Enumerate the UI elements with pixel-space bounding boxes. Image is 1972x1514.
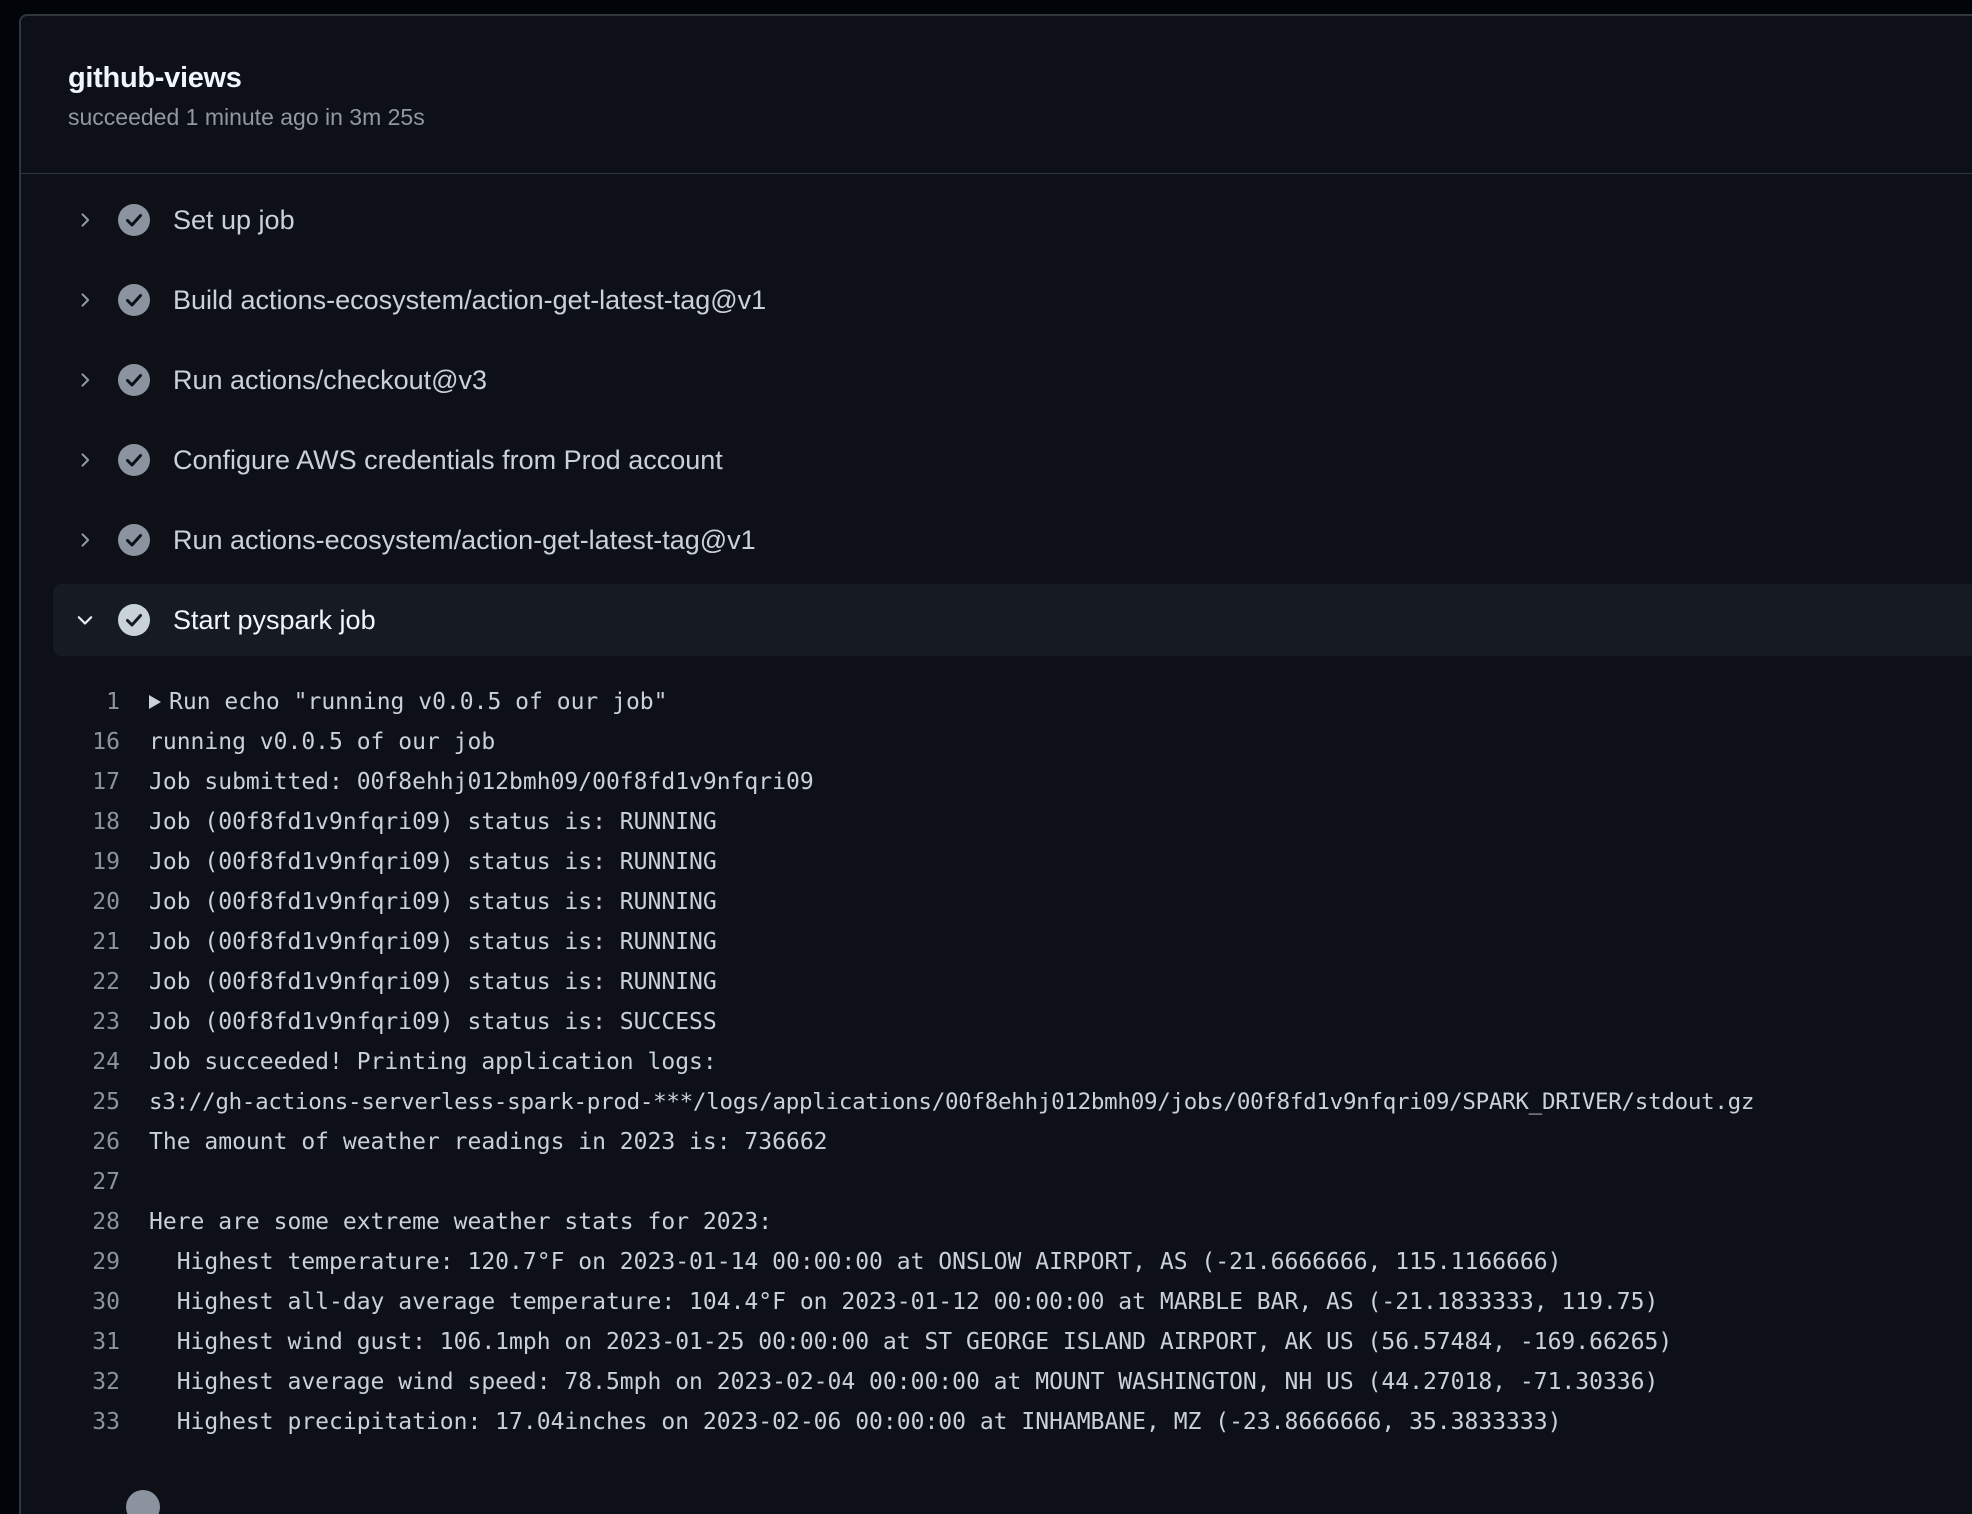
steps-list: Set up job Build actions-ecosystem/actio… (21, 176, 1972, 1442)
log-line: 32 Highest average wind speed: 78.5mph o… (21, 1362, 1972, 1402)
step-start-pyspark-job[interactable]: Start pyspark job (53, 584, 1972, 656)
log-line: 17 Job submitted: 00f8ehhj012bmh09/00f8f… (21, 762, 1972, 802)
job-status-summary: succeeded 1 minute ago in 3m 25s (68, 104, 425, 130)
log-text: Highest temperature: 120.7°F on 2023-01-… (149, 1249, 1562, 1275)
line-number[interactable]: 22 (21, 962, 149, 1002)
log-line: 20 Job (00f8fd1v9nfqri09) status is: RUN… (21, 882, 1972, 922)
check-circle-icon (117, 283, 151, 317)
chevron-right-icon[interactable] (73, 208, 97, 232)
line-number[interactable]: 1 (21, 682, 149, 722)
log-text: s3://gh-actions-serverless-spark-prod-**… (149, 1089, 1755, 1115)
line-number[interactable]: 20 (21, 882, 149, 922)
log-line: 22 Job (00f8fd1v9nfqri09) status is: RUN… (21, 962, 1972, 1002)
log-line[interactable]: 1 Run echo "running v0.0.5 of our job" (21, 682, 1972, 722)
step-label: Set up job (173, 205, 295, 235)
step-label: Start pyspark job (173, 605, 376, 635)
line-number[interactable]: 31 (21, 1322, 149, 1362)
log-text: Highest wind gust: 106.1mph on 2023-01-2… (149, 1329, 1673, 1355)
log-text: Job (00f8fd1v9nfqri09) status is: RUNNIN… (149, 809, 717, 835)
line-number[interactable]: 29 (21, 1242, 149, 1282)
log-line: 16 running v0.0.5 of our job (21, 722, 1972, 762)
line-number[interactable]: 28 (21, 1202, 149, 1242)
job-title: github-views (68, 62, 242, 94)
log-line: 29 Highest temperature: 120.7°F on 2023-… (21, 1242, 1972, 1282)
log-text: Job succeeded! Printing application logs… (149, 1049, 717, 1075)
log-line: 24 Job succeeded! Printing application l… (21, 1042, 1972, 1082)
step-label: Configure AWS credentials from Prod acco… (173, 445, 723, 475)
log-line: 23 Job (00f8fd1v9nfqri09) status is: SUC… (21, 1002, 1972, 1042)
log-line: 28 Here are some extreme weather stats f… (21, 1202, 1972, 1242)
log-text: Job (00f8fd1v9nfqri09) status is: RUNNIN… (149, 969, 717, 995)
check-circle-icon (117, 603, 151, 637)
log-line: 30 Highest all-day average temperature: … (21, 1282, 1972, 1322)
step-run-action-get-latest-tag[interactable]: Run actions-ecosystem/action-get-latest-… (53, 504, 1972, 576)
log-text: Highest average wind speed: 78.5mph on 2… (149, 1369, 1659, 1395)
log-text: Here are some extreme weather stats for … (149, 1209, 773, 1235)
log-group-toggle[interactable]: Run echo "running v0.0.5 of our job" (149, 682, 668, 722)
log-text: Highest all-day average temperature: 104… (149, 1289, 1659, 1315)
log-text: running v0.0.5 of our job (149, 729, 496, 755)
line-number[interactable]: 30 (21, 1282, 149, 1322)
triangle-right-icon (149, 695, 161, 709)
log-line: 21 Job (00f8fd1v9nfqri09) status is: RUN… (21, 922, 1972, 962)
log-text: Job (00f8fd1v9nfqri09) status is: RUNNIN… (149, 849, 717, 875)
line-number[interactable]: 24 (21, 1042, 149, 1082)
log-line: 19 Job (00f8fd1v9nfqri09) status is: RUN… (21, 842, 1972, 882)
log-text: Job (00f8fd1v9nfqri09) status is: SUCCES… (149, 1009, 717, 1035)
chevron-right-icon[interactable] (73, 368, 97, 392)
step-run-checkout[interactable]: Run actions/checkout@v3 (53, 344, 1972, 416)
log-text: Job (00f8fd1v9nfqri09) status is: RUNNIN… (149, 889, 717, 915)
log-text: Job (00f8fd1v9nfqri09) status is: RUNNIN… (149, 929, 717, 955)
step-set-up-job[interactable]: Set up job (53, 184, 1972, 256)
log-line: 33 Highest precipitation: 17.04inches on… (21, 1402, 1972, 1442)
step-label: Run actions/checkout@v3 (173, 365, 488, 395)
line-number[interactable]: 26 (21, 1122, 149, 1162)
chevron-right-icon[interactable] (73, 528, 97, 552)
log-text: Highest precipitation: 17.04inches on 20… (149, 1409, 1562, 1435)
chevron-right-icon[interactable] (73, 448, 97, 472)
job-header: github-views succeeded 1 minute ago in 3… (21, 16, 1972, 174)
chevron-down-icon[interactable] (73, 608, 97, 632)
job-log-panel: github-views succeeded 1 minute ago in 3… (19, 14, 1972, 1514)
line-number[interactable]: 25 (21, 1082, 149, 1122)
check-circle-icon (117, 443, 151, 477)
next-step-check-circle-icon (126, 1490, 160, 1514)
step-build-action-get-latest-tag[interactable]: Build actions-ecosystem/action-get-lates… (53, 264, 1972, 336)
line-number[interactable]: 32 (21, 1362, 149, 1402)
line-number[interactable]: 33 (21, 1402, 149, 1442)
check-circle-icon (117, 203, 151, 237)
check-circle-icon (117, 363, 151, 397)
line-number[interactable]: 16 (21, 722, 149, 762)
line-number[interactable]: 21 (21, 922, 149, 962)
line-number[interactable]: 23 (21, 1002, 149, 1042)
log-line: 31 Highest wind gust: 106.1mph on 2023-0… (21, 1322, 1972, 1362)
log-line: 27 (21, 1162, 1972, 1202)
log-line: 25 s3://gh-actions-serverless-spark-prod… (21, 1082, 1972, 1122)
step-configure-aws-credentials[interactable]: Configure AWS credentials from Prod acco… (53, 424, 1972, 496)
step-log-output: 1 Run echo "running v0.0.5 of our job" 1… (21, 682, 1972, 1442)
check-circle-icon (117, 523, 151, 557)
line-number[interactable]: 19 (21, 842, 149, 882)
line-number[interactable]: 27 (21, 1162, 149, 1202)
step-label: Build actions-ecosystem/action-get-lates… (173, 285, 767, 315)
line-number[interactable]: 17 (21, 762, 149, 802)
log-text: The amount of weather readings in 2023 i… (149, 1129, 828, 1155)
log-line: 18 Job (00f8fd1v9nfqri09) status is: RUN… (21, 802, 1972, 842)
log-text: Run echo "running v0.0.5 of our job" (169, 689, 668, 715)
line-number[interactable]: 18 (21, 802, 149, 842)
log-line: 26 The amount of weather readings in 202… (21, 1122, 1972, 1162)
chevron-right-icon[interactable] (73, 288, 97, 312)
step-label: Run actions-ecosystem/action-get-latest-… (173, 525, 756, 555)
log-text: Job submitted: 00f8ehhj012bmh09/00f8fd1v… (149, 769, 814, 795)
